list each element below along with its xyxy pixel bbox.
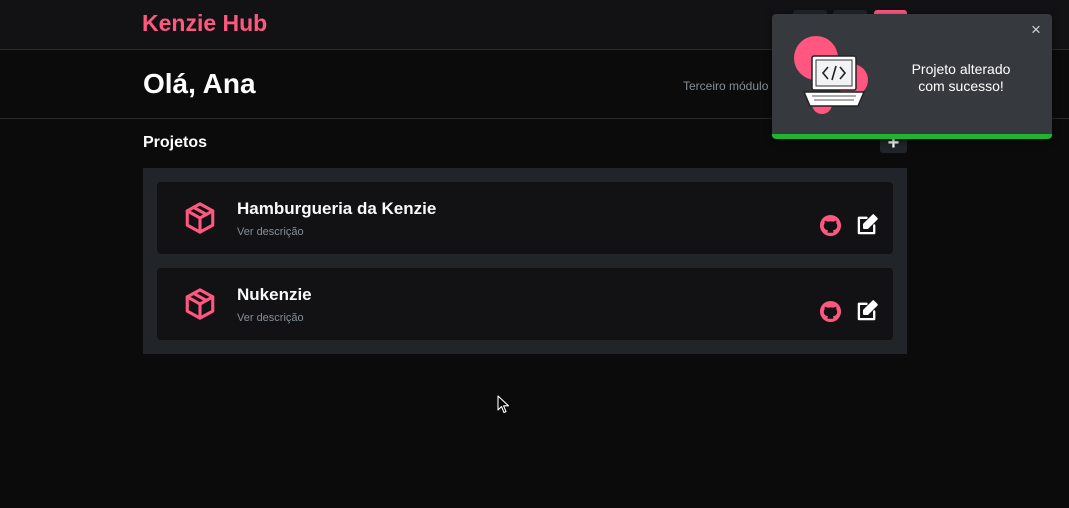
project-card[interactable]: Hamburgueria da Kenzie Ver descrição <box>157 182 893 254</box>
edit-icon[interactable] <box>856 299 879 322</box>
success-toast: Projeto alterado com sucesso! × <box>772 14 1052 139</box>
greeting-title: Olá, Ana <box>143 68 256 99</box>
mouse-cursor-icon <box>497 395 510 414</box>
close-icon[interactable]: × <box>1031 20 1041 40</box>
github-icon[interactable] <box>819 214 842 237</box>
cube-icon <box>185 202 215 234</box>
projects-list: Hamburgueria da Kenzie Ver descrição Nuk… <box>143 168 907 354</box>
laptop-code-icon <box>794 36 868 114</box>
edit-icon[interactable] <box>856 213 879 236</box>
toast-message: Projeto alterado com sucesso! <box>892 61 1030 95</box>
project-description-link[interactable]: Ver descrição <box>237 312 304 324</box>
user-module: Terceiro módulo <box>683 79 769 93</box>
projects-section-title: Projetos <box>143 134 208 151</box>
cube-icon <box>185 288 215 320</box>
project-description-link[interactable]: Ver descrição <box>237 226 304 238</box>
github-icon[interactable] <box>819 300 842 323</box>
toast-message-line-2: com sucesso! <box>918 78 1004 94</box>
project-card[interactable]: Nukenzie Ver descrição <box>157 268 893 340</box>
project-title: Nukenzie <box>237 285 312 304</box>
toast-message-line-1: Projeto alterado <box>911 61 1011 77</box>
toast-progress-bar <box>772 134 1052 139</box>
app-logo: Kenzie Hub <box>142 10 268 36</box>
project-title: Hamburgueria da Kenzie <box>237 199 437 218</box>
